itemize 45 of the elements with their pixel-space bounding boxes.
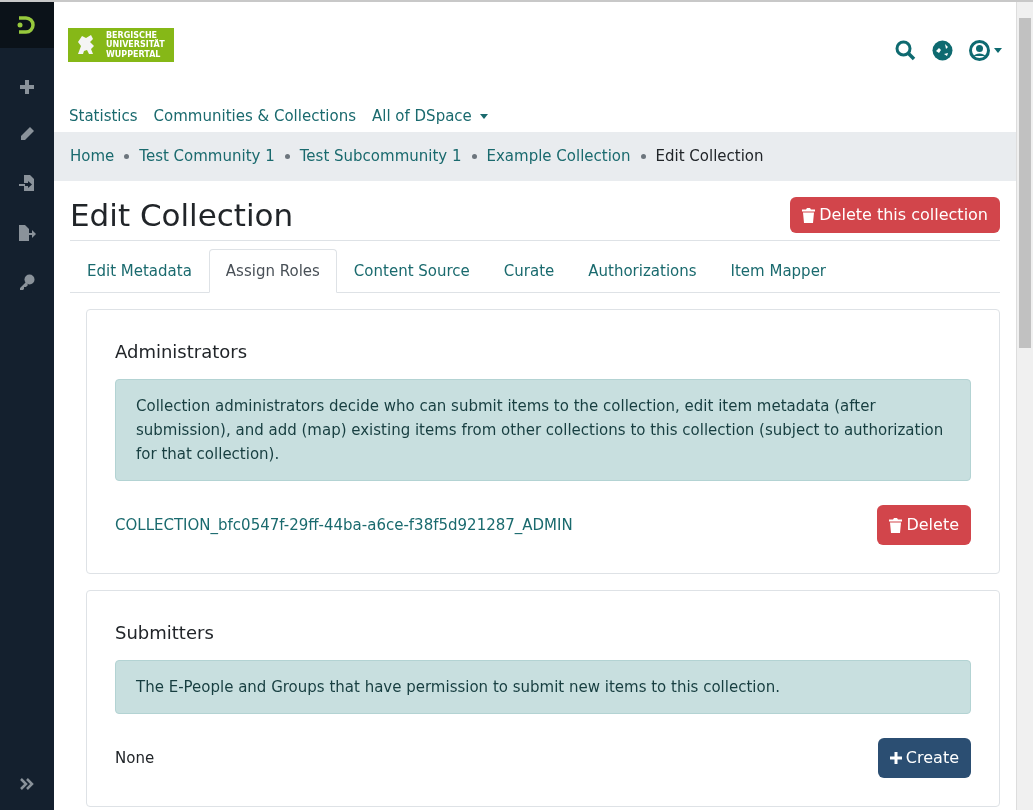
plus-icon — [889, 752, 902, 765]
breadcrumb-current: Edit Collection — [655, 146, 764, 167]
user-icon[interactable] — [969, 39, 990, 61]
tab[interactable]: Content Source — [336, 248, 487, 294]
tab[interactable]: Item Mapper — [713, 248, 844, 294]
nav-link[interactable]: Statistics — [69, 104, 138, 128]
delete-button[interactable]: Delete — [877, 505, 971, 546]
caret-icon — [479, 113, 488, 119]
globe-icon[interactable] — [932, 39, 953, 61]
breadcrumb-separator — [124, 153, 130, 159]
tab[interactable]: Curate — [486, 248, 572, 294]
pencil-icon[interactable] — [19, 126, 35, 142]
section-heading: Administrators — [115, 340, 249, 365]
logo-text: BERGISCHE UNIVERSITÄT WUPPERTAL — [106, 31, 165, 59]
file-export-icon[interactable] — [18, 224, 36, 242]
breadcrumb-link[interactable]: Test Community 1 — [139, 145, 275, 168]
caret-icon[interactable] — [994, 47, 1002, 53]
tab[interactable]: Edit Metadata — [70, 248, 209, 294]
key-icon[interactable] — [19, 274, 35, 290]
breadcrumb-separator — [471, 153, 477, 159]
info-alert: The E-People and Groups that have permission to submit new items to this collection. — [115, 660, 971, 715]
breadcrumb-separator — [284, 153, 290, 159]
trash-icon — [889, 517, 903, 533]
create-button[interactable]: Create — [877, 738, 971, 779]
info-alert: Collection administrators decide who can submit items to the collection, edit item metadata (after submission), and add (map) existing items from other collections to this collection (subject to authorization for that collection). — [115, 379, 971, 482]
file-import-icon[interactable] — [18, 174, 36, 192]
breadcrumb-link[interactable]: Test Subcommunity 1 — [299, 145, 462, 168]
breadcrumb-link[interactable]: Example Collection — [486, 145, 631, 168]
search-icon[interactable] — [895, 39, 916, 61]
plus-icon[interactable] — [20, 80, 34, 94]
expand-icon[interactable] — [20, 778, 34, 790]
trash-icon — [802, 207, 816, 223]
tab[interactable]: Assign Roles — [208, 248, 337, 294]
empty-text: None — [115, 747, 155, 769]
tab[interactable]: Authorizations — [571, 248, 714, 294]
breadcrumb-link[interactable]: Home — [70, 145, 115, 168]
nav-link[interactable]: Communities & Collections — [153, 104, 356, 128]
group-link[interactable]: COLLECTION_bfc0547f-29ff-44ba-a6ce-f38f5d921287_ADMIN — [115, 513, 573, 537]
dropdown-menu-link[interactable]: All of DSpace — [371, 104, 488, 128]
breadcrumb-separator — [640, 153, 646, 159]
delete-collection-button[interactable]: Delete this collection — [790, 197, 1000, 234]
section-heading: Submitters — [115, 621, 215, 646]
scrollbar[interactable] — [1016, 2, 1033, 810]
app-logo-icon[interactable] — [16, 14, 38, 36]
page-title: Edit Collection — [70, 196, 294, 234]
